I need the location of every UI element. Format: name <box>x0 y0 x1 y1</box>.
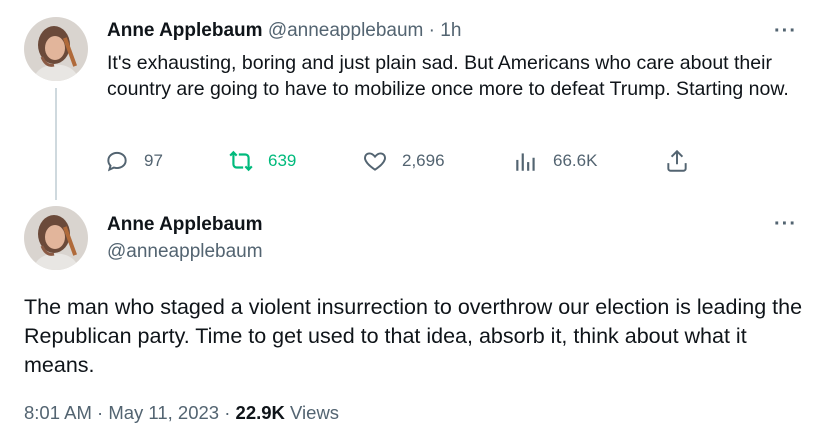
author-name[interactable]: Anne Applebaum <box>107 20 263 41</box>
separator: · <box>428 20 435 41</box>
more-options-button[interactable]: ··· <box>774 214 797 234</box>
retweet-count: 639 <box>268 151 297 170</box>
views-count: 22.9K <box>235 402 285 423</box>
tweet-text: The man who staged a violent insurrectio… <box>24 295 803 377</box>
tweet-text: It's exhausting, boring and just plain s… <box>107 52 789 100</box>
thread-connector <box>55 88 57 200</box>
retweet-icon <box>229 150 253 172</box>
views-count: 66.6K <box>553 151 598 170</box>
avatar[interactable] <box>24 206 88 270</box>
separator: · <box>224 402 231 423</box>
like-button[interactable]: 2,696 <box>362 146 445 176</box>
timestamp[interactable]: 8:01 AM <box>24 402 92 423</box>
retweet-button[interactable]: 639 <box>228 146 296 176</box>
avatar[interactable] <box>24 17 88 81</box>
like-count: 2,696 <box>402 151 445 170</box>
tweet-header: Anne Applebaum @anneapplebaum · 1h <box>107 19 461 43</box>
tweet-metadata: 8:01 AM · May 11, 2023 · 22.9K Views <box>24 400 339 426</box>
date[interactable]: May 11, 2023 <box>108 402 219 423</box>
views-button[interactable]: 66.6K <box>513 146 597 176</box>
reply-count: 97 <box>144 151 163 170</box>
analytics-icon <box>516 153 535 171</box>
author-handle[interactable]: @anneapplebaum <box>107 240 263 264</box>
timestamp[interactable]: 1h <box>440 20 461 41</box>
share-button[interactable] <box>664 146 704 176</box>
reply-icon <box>107 151 127 172</box>
heart-icon <box>364 152 386 171</box>
reply-button[interactable]: 97 <box>104 146 163 176</box>
author-handle[interactable]: @anneapplebaum <box>268 20 424 41</box>
more-options-button[interactable]: ··· <box>774 21 797 41</box>
share-icon <box>667 149 687 172</box>
author-name[interactable]: Anne Applebaum <box>107 213 263 237</box>
separator: · <box>97 402 104 423</box>
views-label: Views <box>290 402 340 423</box>
tweet-actions: 97 639 2,696 66.6K <box>104 146 704 176</box>
